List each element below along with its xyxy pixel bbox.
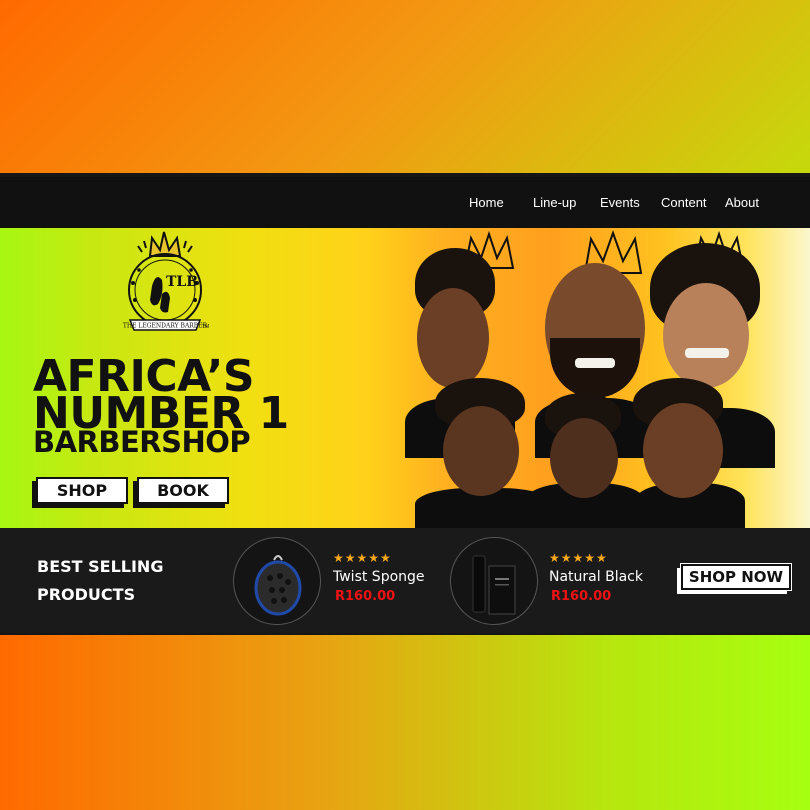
nav-home[interactable]: Home bbox=[469, 195, 504, 210]
twist-sponge-rating: ★★★★★ bbox=[333, 551, 392, 565]
natural-black-price: R160.00 bbox=[551, 589, 612, 604]
nav-content[interactable]: Content bbox=[661, 195, 707, 210]
shop-now-button[interactable]: SHOP NOW bbox=[680, 563, 792, 591]
nav-lineup[interactable]: Line-up bbox=[533, 195, 576, 210]
twist-sponge-price: R160.00 bbox=[335, 589, 396, 604]
nav-events[interactable]: Events bbox=[600, 195, 640, 210]
customers-photo bbox=[395, 228, 810, 528]
svg-text:TM: TM bbox=[202, 324, 209, 330]
hero-headline-line3: BARBERSHOP bbox=[33, 425, 251, 459]
brand-logo[interactable]: TLB THE LEGENDARY BARBER TM bbox=[112, 228, 217, 343]
best-selling-title-line2: PRODUCTS bbox=[37, 585, 136, 604]
best-selling-title-line1: BEST SELLING bbox=[37, 557, 164, 576]
shop-button[interactable]: SHOP bbox=[36, 477, 128, 504]
book-button[interactable]: BOOK bbox=[137, 477, 229, 504]
bottom-gradient-band bbox=[0, 633, 810, 810]
natural-black-rating: ★★★★★ bbox=[549, 551, 608, 565]
nav-about[interactable]: About bbox=[725, 195, 759, 210]
logo-monogram: TLB bbox=[166, 274, 198, 290]
natural-black-name[interactable]: Natural Black bbox=[549, 569, 643, 585]
natural-black-image[interactable] bbox=[450, 537, 538, 625]
twist-sponge-image[interactable] bbox=[233, 537, 321, 625]
logo-ribbon-text: THE LEGENDARY BARBER bbox=[123, 323, 208, 330]
twist-sponge-name[interactable]: Twist Sponge bbox=[333, 569, 425, 585]
